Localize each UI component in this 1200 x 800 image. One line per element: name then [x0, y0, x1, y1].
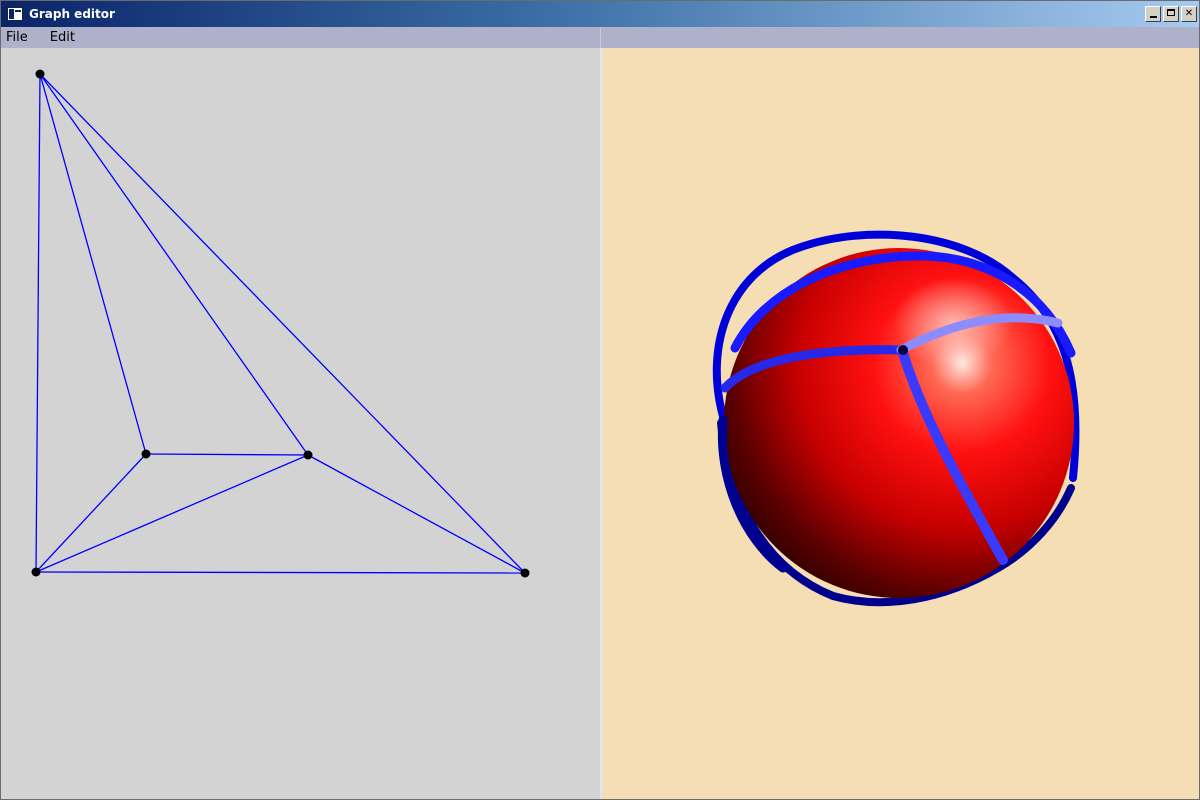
minimize-button[interactable] [1145, 6, 1161, 22]
maximize-button[interactable] [1163, 6, 1179, 22]
menu-edit[interactable]: Edit [45, 30, 86, 45]
graph-drawing[interactable] [1, 48, 600, 799]
graph-edge[interactable] [39, 73, 526, 574]
app-icon [7, 7, 23, 21]
minimize-icon [1149, 16, 1157, 18]
window-controls: ✕ [1143, 6, 1197, 22]
graph-vertex[interactable] [520, 568, 530, 578]
graph-vertex[interactable] [35, 69, 45, 79]
graph-vertex[interactable] [303, 450, 313, 460]
vertex-marker-3d [898, 345, 908, 355]
close-icon: ✕ [1184, 8, 1194, 19]
graph-edge[interactable] [307, 454, 526, 574]
maximize-icon [1167, 9, 1175, 16]
graph-edge[interactable] [35, 571, 526, 574]
graph-vertex[interactable] [31, 567, 41, 577]
graph-edge[interactable] [39, 73, 309, 456]
graph-canvas[interactable] [1, 48, 600, 799]
graph-vertex[interactable] [141, 449, 151, 459]
title-bar[interactable]: Graph editor ✕ [1, 1, 1199, 27]
app-window: Graph editor ✕ File Edit [0, 0, 1200, 800]
graph-edge[interactable] [145, 453, 309, 456]
3d-view[interactable] [603, 48, 1199, 799]
graph-edge[interactable] [35, 454, 309, 573]
menu-bar: File Edit [1, 27, 1199, 48]
menu-file[interactable]: File [1, 30, 39, 45]
graph-edge[interactable] [35, 73, 41, 573]
graph-edge[interactable] [39, 73, 147, 455]
sphere-render[interactable] [603, 48, 1199, 799]
graph-edge[interactable] [35, 453, 147, 573]
close-button[interactable]: ✕ [1181, 6, 1197, 22]
window-title: Graph editor [29, 7, 115, 21]
menu-divider [600, 27, 601, 48]
